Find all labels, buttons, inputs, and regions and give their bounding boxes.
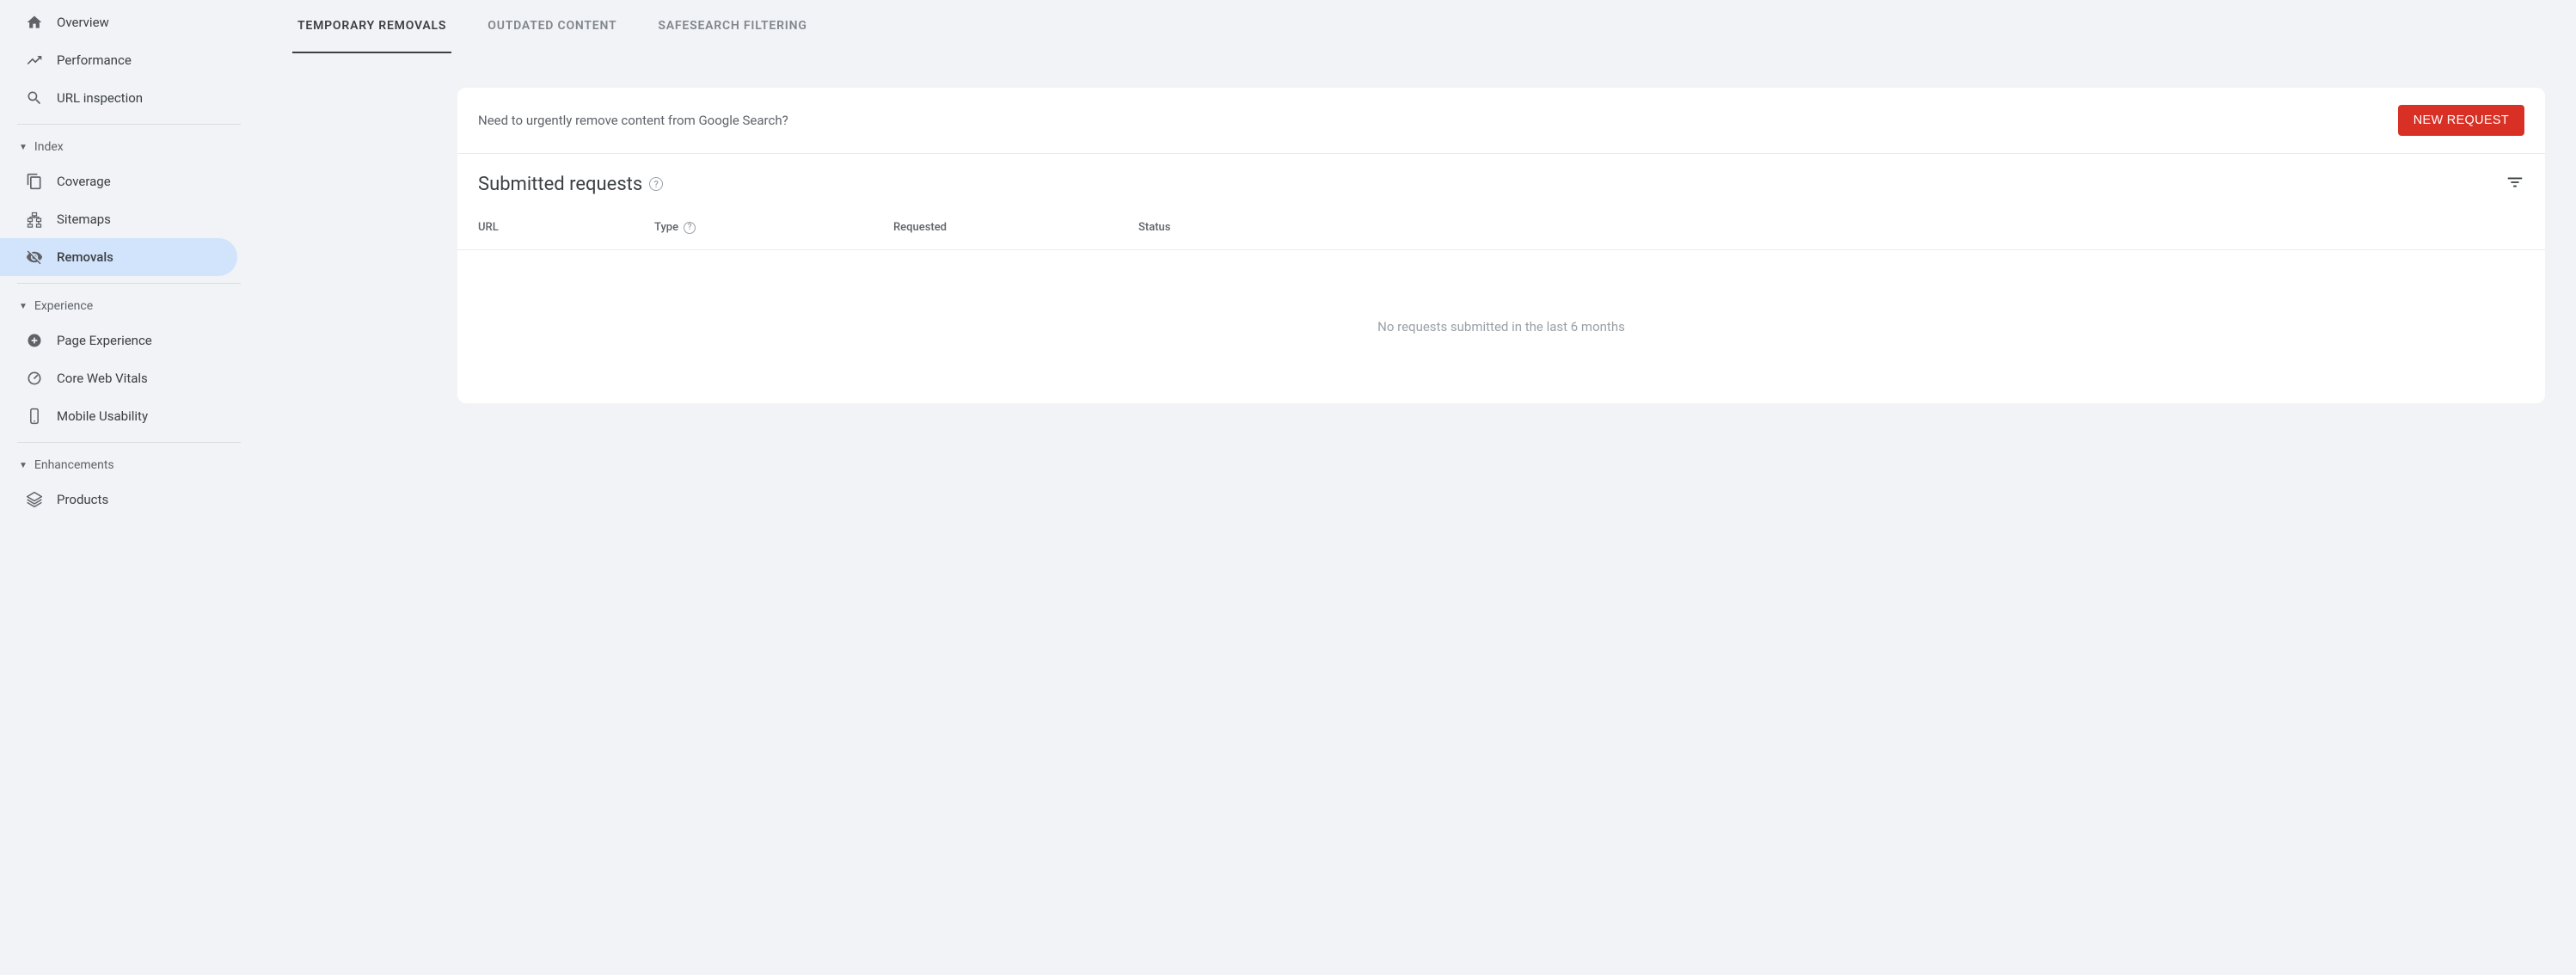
table-header-row: URL Type ? Requested Status xyxy=(457,195,2545,250)
phone-icon xyxy=(26,408,43,425)
chevron-down-icon: ▼ xyxy=(19,461,28,470)
banner-text: Need to urgently remove content from Goo… xyxy=(478,113,788,128)
sidebar: Overview Performance URL inspection ▼ In… xyxy=(0,0,241,975)
sidebar-item-label: Removals xyxy=(57,249,113,265)
eyeoff-icon xyxy=(26,248,43,266)
tab-temporary-removals[interactable]: Temporary Removals xyxy=(292,0,451,53)
gauge-icon xyxy=(26,370,43,387)
sidebar-item-label: Overview xyxy=(57,15,109,30)
tab-outdated-content[interactable]: Outdated Content xyxy=(482,0,622,53)
sitemap-icon xyxy=(26,211,43,228)
layers-icon xyxy=(26,491,43,508)
section-title-text: Submitted requests xyxy=(478,174,642,195)
search-icon xyxy=(26,89,43,107)
chevron-down-icon: ▼ xyxy=(19,302,28,311)
sidebar-item-core-web-vitals[interactable]: Core Web Vitals xyxy=(0,359,237,397)
sidebar-item-label: Performance xyxy=(57,52,132,68)
tabs: Temporary Removals Outdated Content Safe… xyxy=(292,0,2545,53)
sidebar-section-index[interactable]: ▼ Index xyxy=(0,132,241,162)
table-header-type-label: Type xyxy=(654,221,678,234)
main-content: Temporary Removals Outdated Content Safe… xyxy=(241,0,2576,975)
sidebar-item-sitemaps[interactable]: Sitemaps xyxy=(0,200,237,238)
copy-icon xyxy=(26,173,43,190)
sidebar-item-url-inspection[interactable]: URL inspection xyxy=(0,79,237,117)
new-request-button[interactable]: NEW REQUEST xyxy=(2398,105,2524,136)
sidebar-item-label: Coverage xyxy=(57,174,111,189)
empty-state: No requests submitted in the last 6 mont… xyxy=(457,250,2545,403)
sidebar-section-label: Experience xyxy=(34,299,93,313)
sidebar-item-removals[interactable]: Removals xyxy=(0,238,237,276)
removals-card: Need to urgently remove content from Goo… xyxy=(457,88,2545,403)
chevron-down-icon: ▼ xyxy=(19,143,28,152)
section-title-row: Submitted requests ? xyxy=(478,173,2524,195)
circleplus-icon xyxy=(26,332,43,349)
divider xyxy=(17,124,241,125)
sidebar-item-label: Page Experience xyxy=(57,333,152,348)
sidebar-item-mobile-usability[interactable]: Mobile Usability xyxy=(0,397,237,435)
sidebar-item-coverage[interactable]: Coverage xyxy=(0,162,237,200)
sidebar-item-performance[interactable]: Performance xyxy=(0,41,237,79)
card-header: Need to urgently remove content from Goo… xyxy=(457,88,2545,154)
home-icon xyxy=(26,14,43,31)
sidebar-item-overview[interactable]: Overview xyxy=(0,3,237,41)
card-section: Submitted requests ? xyxy=(457,154,2545,195)
tab-safesearch-filtering[interactable]: SafeSearch filtering xyxy=(653,0,812,53)
sidebar-item-label: Core Web Vitals xyxy=(57,371,148,386)
divider xyxy=(17,283,241,284)
filter-icon[interactable] xyxy=(2505,173,2524,195)
help-icon[interactable]: ? xyxy=(649,177,663,191)
divider xyxy=(17,442,241,443)
trend-icon xyxy=(26,52,43,69)
table-header-type: Type ? xyxy=(654,221,893,234)
sidebar-item-page-experience[interactable]: Page Experience xyxy=(0,322,237,359)
sidebar-item-label: Sitemaps xyxy=(57,212,111,227)
table-header-requested: Requested xyxy=(893,221,1138,234)
sidebar-item-label: Mobile Usability xyxy=(57,408,148,424)
help-icon[interactable]: ? xyxy=(684,222,696,234)
sidebar-item-products[interactable]: Products xyxy=(0,481,237,518)
sidebar-section-enhancements[interactable]: ▼ Enhancements xyxy=(0,450,241,481)
table-header-status: Status xyxy=(1138,221,2524,234)
sidebar-item-label: URL inspection xyxy=(57,90,143,106)
sidebar-section-label: Enhancements xyxy=(34,458,114,472)
section-title: Submitted requests ? xyxy=(478,174,663,195)
sidebar-section-label: Index xyxy=(34,140,64,154)
table-header-url: URL xyxy=(478,221,654,234)
sidebar-section-experience[interactable]: ▼ Experience xyxy=(0,291,241,322)
sidebar-item-label: Products xyxy=(57,492,108,507)
